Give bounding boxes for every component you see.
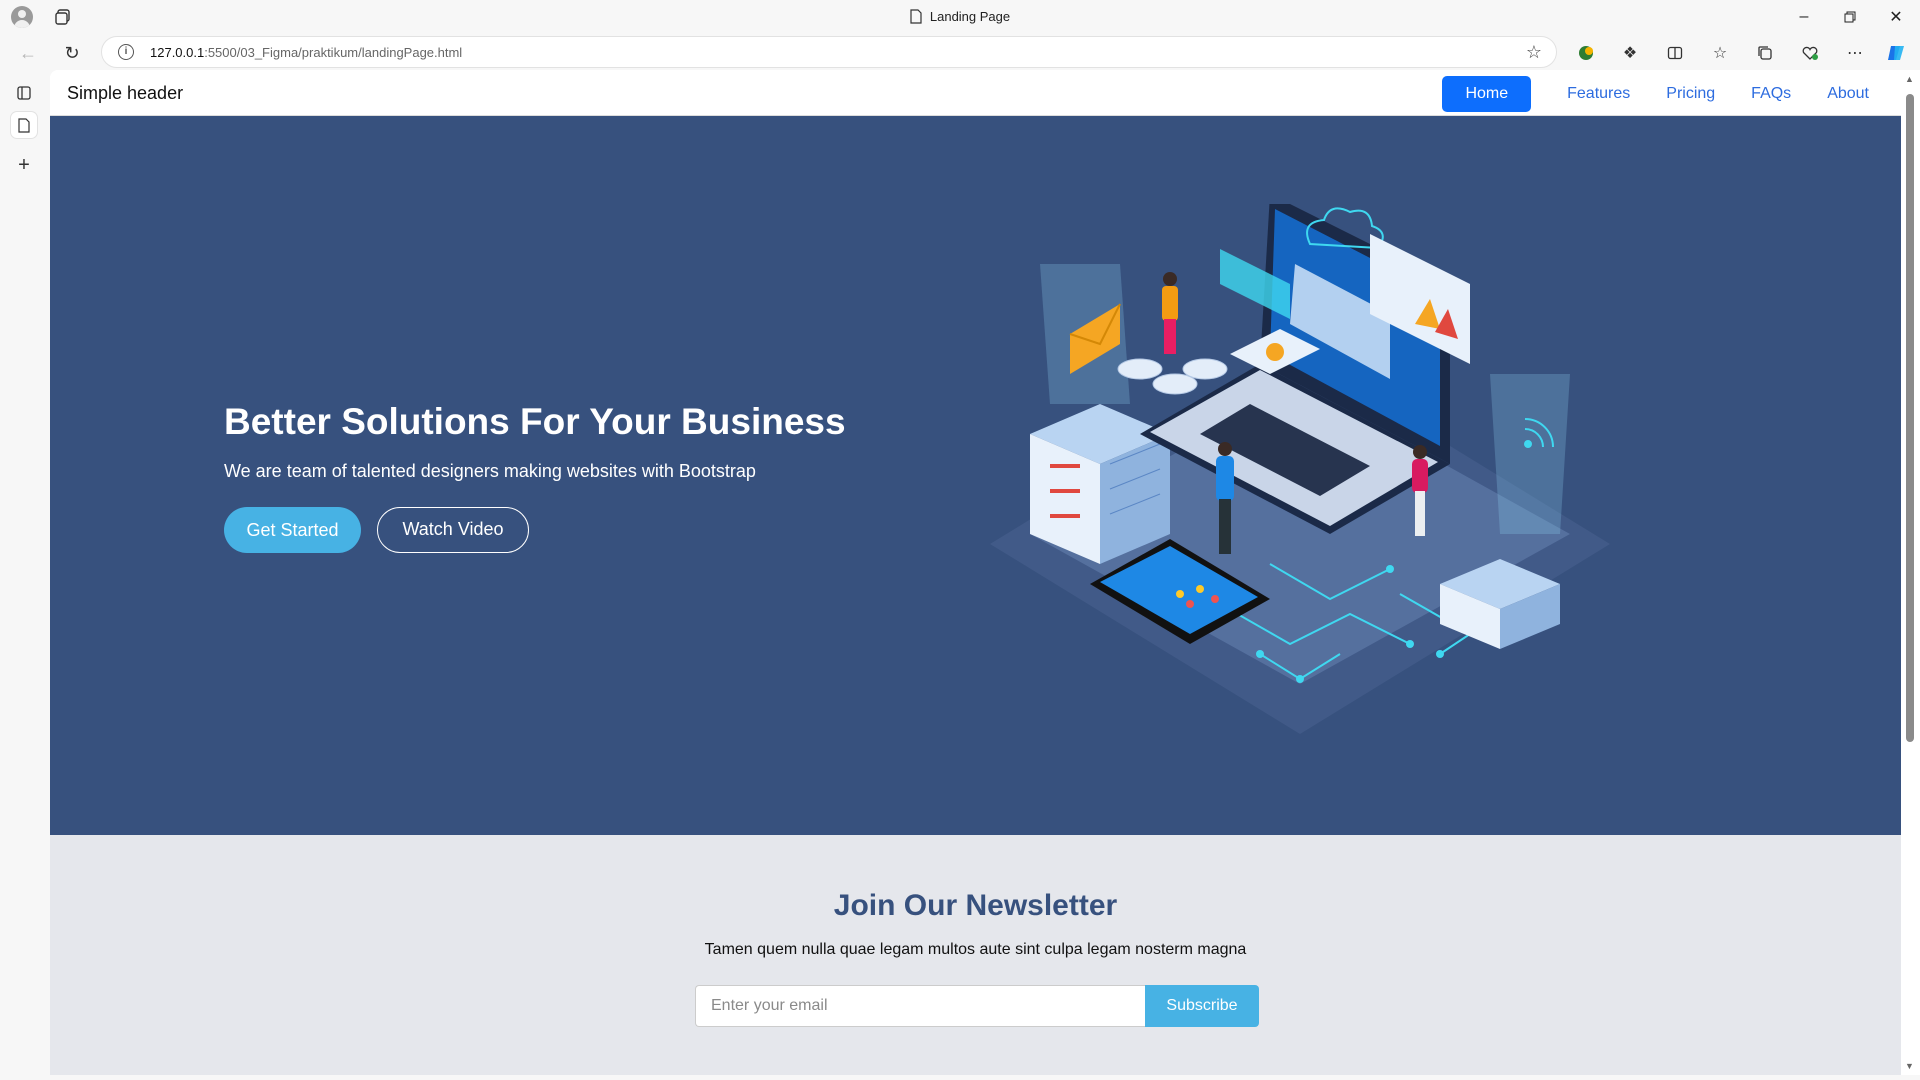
extensions-puzzle-icon[interactable]: ❖ bbox=[1619, 42, 1641, 64]
newsletter-section: Join Our Newsletter Tamen quem nulla qua… bbox=[50, 835, 1901, 1075]
address-bar[interactable]: i 127.0.0.1:5500/03_Figma/praktikum/land… bbox=[101, 36, 1557, 68]
tab-title: Landing Page bbox=[929, 9, 1011, 24]
hero-illustration bbox=[990, 204, 1610, 734]
tab-actions-icon[interactable] bbox=[11, 80, 37, 106]
refresh-button[interactable]: ↻ bbox=[58, 39, 86, 67]
collections-icon[interactable] bbox=[1754, 42, 1776, 64]
main-nav: Home Features Pricing FAQs About bbox=[1442, 76, 1887, 112]
nav-features[interactable]: Features bbox=[1549, 76, 1648, 112]
favorites-icon[interactable]: ☆ bbox=[1709, 42, 1731, 64]
coin-stacks bbox=[1117, 358, 1228, 395]
browser-titlebar: Landing Page – ✕ bbox=[0, 0, 1920, 34]
page-scrollbar[interactable]: ▲ ▼ bbox=[1901, 70, 1920, 1075]
browser-essentials-icon[interactable] bbox=[1799, 42, 1821, 64]
new-tab-icon[interactable]: + bbox=[11, 152, 37, 178]
copilot-glyph bbox=[1888, 46, 1904, 60]
nav-pricing[interactable]: Pricing bbox=[1648, 76, 1733, 112]
page-viewport: Simple header Home Features Pricing FAQs… bbox=[50, 70, 1901, 1075]
site-header: Simple header Home Features Pricing FAQs… bbox=[50, 70, 1901, 116]
pie-chart-icon bbox=[1266, 343, 1284, 361]
tab-actions-glyph bbox=[17, 86, 31, 100]
extension-badge-icon bbox=[1579, 46, 1593, 60]
hero-section: Better Solutions For Your Business We ar… bbox=[50, 116, 1901, 835]
restore-button[interactable] bbox=[1832, 5, 1868, 29]
newsletter-form: Subscribe bbox=[695, 985, 1259, 1027]
window-title: Landing Page bbox=[0, 9, 1920, 24]
url-host: 127.0.0.1 bbox=[150, 45, 205, 60]
site-info-icon[interactable]: i bbox=[118, 44, 134, 60]
scroll-up-arrow-icon[interactable]: ▲ bbox=[1905, 74, 1914, 84]
hero-subtitle: We are team of talented designers making… bbox=[224, 461, 756, 481]
hero-title: Better Solutions For Your Business bbox=[224, 401, 846, 442]
scroll-down-arrow-icon[interactable]: ▼ bbox=[1905, 1061, 1914, 1071]
light-beam-right bbox=[1490, 374, 1570, 534]
settings-more-icon[interactable]: ⋯ bbox=[1844, 42, 1866, 64]
copilot-icon[interactable] bbox=[1886, 42, 1908, 64]
collections-glyph bbox=[1758, 46, 1772, 60]
minimize-button[interactable]: – bbox=[1786, 5, 1822, 29]
nav-faqs[interactable]: FAQs bbox=[1733, 76, 1809, 112]
newsletter-description: Tamen quem nulla quae legam multos aute … bbox=[704, 941, 1247, 958]
extension-icon[interactable] bbox=[1575, 42, 1597, 64]
page-icon bbox=[18, 117, 30, 133]
brand-title[interactable]: Simple header bbox=[67, 83, 183, 104]
split-screen-icon[interactable] bbox=[1664, 42, 1686, 64]
restore-icon bbox=[1844, 11, 1856, 23]
close-window-button[interactable]: ✕ bbox=[1878, 5, 1914, 29]
split-screen-glyph bbox=[1667, 46, 1683, 60]
watch-video-button[interactable]: Watch Video bbox=[377, 507, 529, 553]
page-icon bbox=[910, 9, 922, 24]
newsletter-title: Join Our Newsletter bbox=[833, 889, 1118, 922]
back-button[interactable]: ← bbox=[14, 39, 42, 67]
heart-pulse-icon bbox=[1802, 46, 1818, 60]
vertical-tabs-sidebar: + bbox=[0, 70, 50, 1080]
favorite-star-icon[interactable]: ☆ bbox=[1526, 42, 1542, 63]
email-input[interactable] bbox=[695, 985, 1145, 1027]
server-rack-left bbox=[1030, 404, 1170, 564]
tab-landing-page[interactable] bbox=[11, 112, 37, 138]
address-bar-row: ← ↻ i 127.0.0.1:5500/03_Figma/praktikum/… bbox=[0, 34, 1920, 70]
scroll-thumb[interactable] bbox=[1906, 94, 1914, 742]
url-text[interactable]: 127.0.0.1:5500/03_Figma/praktikum/landin… bbox=[150, 45, 462, 60]
subscribe-button[interactable]: Subscribe bbox=[1145, 985, 1259, 1027]
get-started-button[interactable]: Get Started bbox=[224, 507, 361, 553]
url-path: :5500/03_Figma/praktikum/landingPage.htm… bbox=[204, 45, 463, 60]
nav-about[interactable]: About bbox=[1809, 76, 1887, 112]
nav-home[interactable]: Home bbox=[1442, 76, 1532, 112]
person-standing-top bbox=[1162, 272, 1178, 354]
